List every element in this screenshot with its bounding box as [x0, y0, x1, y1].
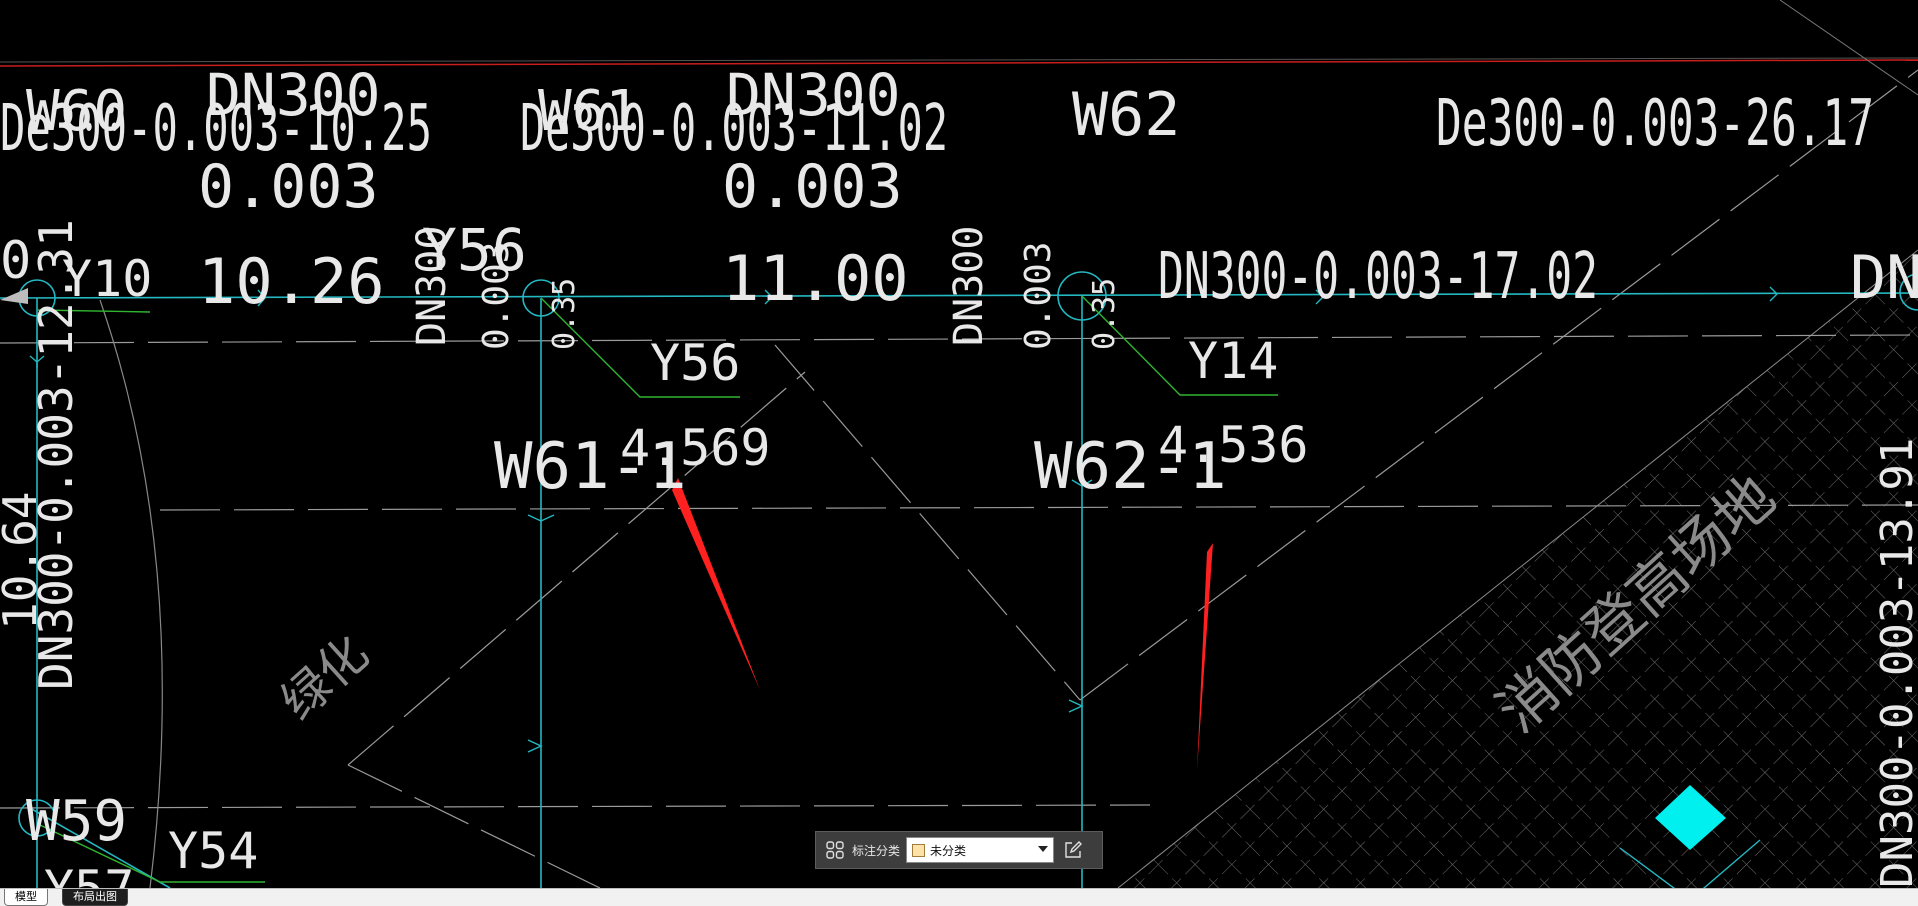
label-w59: W59	[26, 789, 127, 854]
tab-layout[interactable]: 布局出图	[62, 889, 128, 906]
label-w62-1-elev: 4.536	[1158, 416, 1309, 474]
dashed-diagonal	[347, 764, 601, 888]
label-zero: 0	[0, 231, 31, 291]
label-w61-1-elev: 4.569	[620, 419, 771, 477]
label-vert-dn300-b: DN300	[946, 226, 992, 346]
label-y54: Y54	[168, 822, 258, 880]
annotation-class-value: 未分类	[930, 843, 967, 858]
annotation-class-toolbar: 标注分类 未分类	[815, 831, 1103, 869]
category-color-swatch	[912, 843, 926, 857]
label-slope-b: 0.003	[722, 152, 903, 222]
label-greenery: 绿化	[271, 625, 380, 731]
label-y56: Y56	[650, 334, 740, 392]
label-pipe-spec-3: De300-0.003-26.17	[1436, 87, 1874, 161]
dashed-horizontal	[0, 804, 1151, 809]
label-dn-right: DN	[1850, 243, 1918, 313]
label-elev-a: 10.26	[198, 245, 385, 318]
annotation-class-label: 标注分类	[852, 843, 901, 858]
y-fitting	[1068, 699, 1084, 713]
label-elev-b: 11.00	[722, 242, 909, 315]
label-vert-dn300-a: DN300	[409, 226, 455, 346]
label-pipe-spec-4: DN300-0.003-17.02	[1158, 240, 1598, 314]
label-y57: Y57	[44, 860, 134, 888]
red-arrow-w62	[1197, 543, 1213, 770]
dashed-diagonal	[774, 344, 1081, 701]
label-vert-right: DN300-0.003-13.91	[1872, 438, 1918, 888]
grid-layout-icon[interactable]	[822, 837, 848, 863]
edit-icon[interactable]	[1060, 837, 1086, 863]
label-vert-slope-a: 0.003	[476, 242, 517, 350]
layout-tab-bar: 模型 布局出图	[0, 888, 1918, 906]
chevron-down-icon[interactable]	[1038, 846, 1049, 852]
label-vert-small-a: 0.35	[547, 278, 582, 350]
label-vert-left-b: 10.64	[0, 492, 47, 630]
grey-diagonal	[1779, 0, 1918, 96]
label-vert-slope-b: 0.003	[1018, 242, 1059, 350]
y-fitting	[527, 739, 543, 753]
label-w62: W62	[1072, 80, 1180, 150]
red-arrow-w61	[672, 478, 760, 690]
label-y14: Y14	[1188, 332, 1278, 390]
annotation-class-select[interactable]: 未分类	[906, 837, 1055, 863]
label-vert-small-b: 0.35	[1087, 278, 1122, 350]
tab-model[interactable]: 模型	[4, 889, 48, 906]
label-slope-a: 0.003	[198, 152, 379, 222]
cad-drawing-canvas[interactable]: DN300 DN300 W60 W61 W62 De300-0.003-10.2…	[0, 0, 1918, 888]
